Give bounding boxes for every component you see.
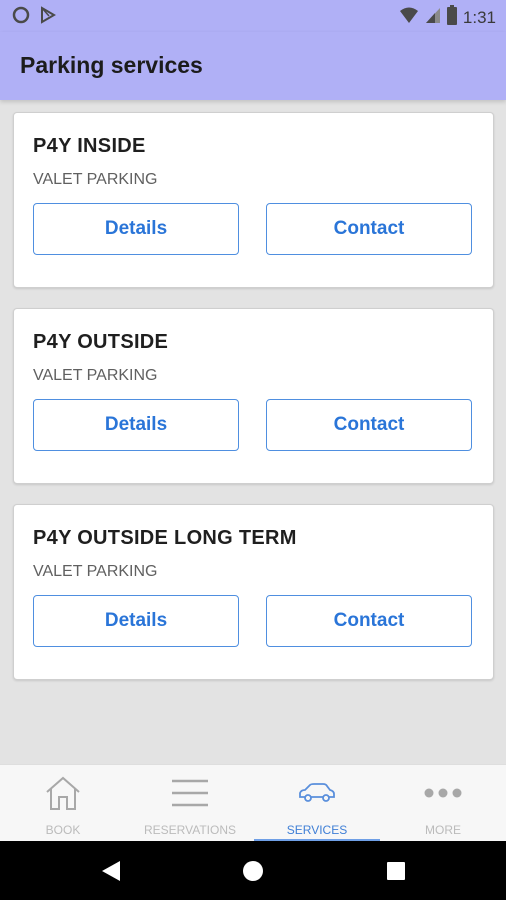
details-button[interactable]: Details [33, 203, 239, 255]
contact-button[interactable]: Contact [266, 595, 472, 647]
system-navigation-bar [0, 841, 506, 900]
circle-notification-icon [12, 6, 30, 29]
home-button-icon[interactable] [243, 861, 263, 886]
service-type: VALET PARKING [33, 171, 158, 188]
contact-button[interactable]: Contact [266, 399, 472, 451]
nav-item-services[interactable]: SERVICES [254, 765, 380, 842]
list-icon [171, 775, 209, 811]
nav-label: SERVICES [286, 823, 348, 837]
nav-label: RESERVATIONS [143, 823, 237, 837]
wifi-icon [399, 6, 419, 29]
nav-item-reservations[interactable]: RESERVATIONS [127, 765, 253, 842]
nav-label: MORE [425, 823, 461, 837]
nav-item-more[interactable]: MORE [380, 765, 506, 842]
more-dots-icon [423, 775, 463, 811]
battery-icon [446, 5, 457, 30]
status-bar: 1:31 [0, 0, 506, 32]
clock-time: 1:31 [462, 7, 496, 27]
service-card: P4Y INSIDE VALET PARKING Details Contact [13, 112, 494, 288]
play-store-icon [40, 6, 56, 29]
signal-icon [425, 6, 441, 29]
recents-icon[interactable] [387, 862, 405, 885]
app-bar: Parking services [0, 32, 506, 100]
contact-button[interactable]: Contact [266, 203, 472, 255]
service-type: VALET PARKING [33, 563, 158, 580]
details-button[interactable]: Details [33, 595, 239, 647]
service-card: P4Y OUTSIDE VALET PARKING Details Contac… [13, 308, 494, 484]
details-button[interactable]: Details [33, 399, 239, 451]
home-icon [44, 775, 82, 811]
service-name: P4Y OUTSIDE LONG TERM [33, 527, 297, 549]
nav-label: BOOK [45, 823, 81, 837]
bottom-navigation: BOOK RESERVATIONS SERVICES MORE [0, 764, 506, 842]
service-name: P4Y INSIDE [33, 135, 146, 157]
service-card: P4Y OUTSIDE LONG TERM VALET PARKING Deta… [13, 504, 494, 680]
service-name: P4Y OUTSIDE [33, 331, 169, 353]
back-icon[interactable] [101, 860, 121, 887]
service-type: VALET PARKING [33, 367, 158, 384]
page-title: Parking services [20, 52, 203, 78]
car-icon [297, 775, 337, 811]
nav-item-book[interactable]: BOOK [0, 765, 126, 842]
